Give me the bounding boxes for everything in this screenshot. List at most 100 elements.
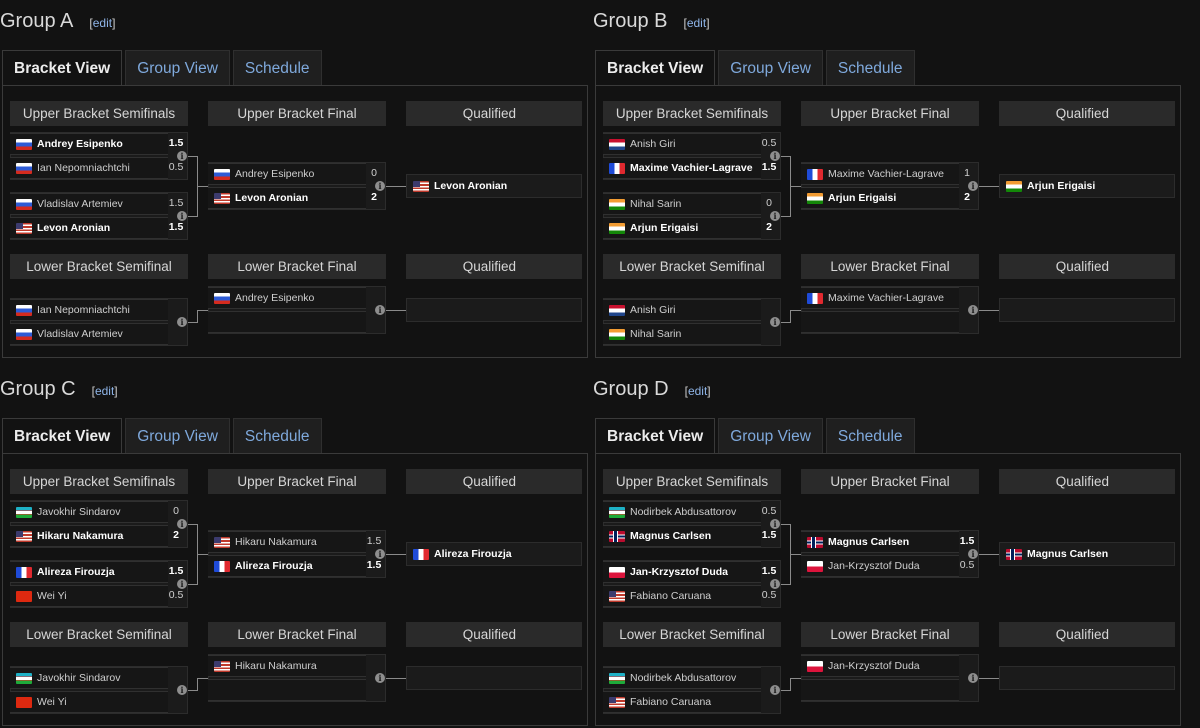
match-info-icon[interactable]: i (177, 685, 187, 695)
tab-bracket-view[interactable]: Bracket View (595, 50, 716, 86)
tab-schedule[interactable]: Schedule (232, 50, 322, 86)
player-slot[interactable]: Nodirbek Abdusattorov (603, 501, 761, 523)
edit-link[interactable]: [edit] (92, 384, 118, 398)
match-info-icon[interactable]: i (770, 519, 780, 529)
player-slot[interactable]: Ian Nepomniachtchi (10, 299, 168, 321)
player-slot[interactable]: Maxime Vachier-Lagrave (801, 287, 959, 309)
player-slot[interactable]: Levon Aronian (208, 187, 366, 209)
player-slot[interactable]: Andrey Esipenko (208, 163, 366, 185)
edit-link-text[interactable]: edit (93, 16, 112, 30)
edit-link[interactable]: [edit] (89, 16, 115, 30)
match-info-icon[interactable]: i (968, 673, 978, 683)
player-slot[interactable]: Javokhir Sindarov (10, 501, 168, 523)
player-slot[interactable]: Hikaru Nakamura (208, 655, 366, 677)
qualified-slot-lower[interactable] (406, 666, 582, 690)
view-tabs: Bracket View Group View Schedule (595, 50, 918, 86)
edit-bracket-close: ] (112, 16, 116, 30)
bracket-connector (790, 186, 801, 187)
tab-schedule[interactable]: Schedule (232, 418, 322, 454)
player-slot[interactable]: Anish Giri (603, 133, 761, 155)
qualified-slot-lower[interactable] (406, 298, 582, 322)
player-slot[interactable]: Vladislav Artemiev (10, 323, 168, 345)
edit-link-text[interactable]: edit (95, 384, 114, 398)
player-slot[interactable]: Ian Nepomniachtchi (10, 157, 168, 179)
player-slot[interactable]: Arjun Erigaisi (603, 217, 761, 239)
tab-bracket-view[interactable]: Bracket View (2, 418, 123, 454)
player-slot[interactable]: Jan-Krzysztof Duda (801, 555, 959, 577)
player-slot[interactable]: Maxime Vachier-Lagrave (603, 157, 761, 179)
match-info-icon[interactable]: i (177, 317, 187, 327)
match-info-icon[interactable]: i (770, 579, 780, 589)
player-slot[interactable]: Nodirbek Abdusattorov (603, 667, 761, 689)
player-slot[interactable]: Nihal Sarin (603, 193, 761, 215)
player-slot[interactable]: Wei Yi (10, 585, 168, 607)
player-slot[interactable]: Magnus Carlsen (801, 531, 959, 553)
player-slot[interactable]: Fabiano Caruana (603, 585, 761, 607)
player-slot[interactable] (208, 311, 366, 333)
match-info-icon[interactable]: i (177, 579, 187, 589)
match-info-icon[interactable]: i (968, 305, 978, 315)
qualified-slot-lower[interactable] (999, 666, 1175, 690)
match-info-icon[interactable]: i (375, 305, 385, 315)
player-slot[interactable]: Magnus Carlsen (603, 525, 761, 547)
player-slot[interactable] (801, 311, 959, 333)
player-slot[interactable]: Alireza Firouzja (208, 555, 366, 577)
edit-link-text[interactable]: edit (688, 384, 707, 398)
match-ub-semi2: Nihal Sarin 0 Arjun Erigaisi 2 i (603, 192, 781, 240)
qualified-slot-upper[interactable]: Magnus Carlsen (999, 542, 1175, 566)
tab-group-view[interactable]: Group View (718, 50, 823, 86)
group-header: Group D [edit] (593, 378, 711, 404)
tab-group-view[interactable]: Group View (125, 50, 230, 86)
flag-icon (214, 560, 230, 572)
tab-schedule[interactable]: Schedule (825, 50, 915, 86)
tab-group-view[interactable]: Group View (718, 418, 823, 454)
tab-bracket-view[interactable]: Bracket View (2, 50, 123, 86)
player-slot[interactable]: Vladislav Artemiev (10, 193, 168, 215)
match-info-icon[interactable]: i (770, 211, 780, 221)
match-info-icon[interactable]: i (770, 151, 780, 161)
edit-link-text[interactable]: edit (687, 16, 706, 30)
match-info-icon[interactable]: i (770, 685, 780, 695)
player-slot[interactable]: Andrey Esipenko (10, 133, 168, 155)
match-info-icon[interactable]: i (968, 181, 978, 191)
player-name: Alireza Firouzja (37, 565, 115, 578)
qualified-slot-upper[interactable]: Alireza Firouzja (406, 542, 582, 566)
player-slot[interactable]: Hikaru Nakamura (208, 531, 366, 553)
match-info-icon[interactable]: i (375, 181, 385, 191)
match-info-icon[interactable]: i (375, 673, 385, 683)
player-slot[interactable]: Fabiano Caruana (603, 691, 761, 713)
player-slot[interactable]: Andrey Esipenko (208, 287, 366, 309)
match-info-icon[interactable]: i (177, 519, 187, 529)
round-header-lb-qualified: Qualified (999, 622, 1175, 647)
match-info-icon[interactable]: i (375, 549, 385, 559)
tab-bracket-view[interactable]: Bracket View (595, 418, 716, 454)
edit-link[interactable]: [edit] (683, 16, 709, 30)
edit-link[interactable]: [edit] (685, 384, 711, 398)
match-info-icon[interactable]: i (968, 549, 978, 559)
player-slot[interactable]: Anish Giri (603, 299, 761, 321)
tab-schedule[interactable]: Schedule (825, 418, 915, 454)
player-slot[interactable] (208, 679, 366, 701)
match-info-icon[interactable]: i (177, 211, 187, 221)
player-slot[interactable]: Nihal Sarin (603, 323, 761, 345)
round-header-ub-final: Upper Bracket Final (208, 101, 386, 126)
player-slot[interactable]: Hikaru Nakamura (10, 525, 168, 547)
player-slot[interactable]: Maxime Vachier-Lagrave (801, 163, 959, 185)
player-slot[interactable]: Alireza Firouzja (10, 561, 168, 583)
player-name: Javokhir Sindarov (37, 505, 121, 518)
qualified-slot-upper[interactable]: Arjun Erigaisi (999, 174, 1175, 198)
qualified-slot-upper[interactable]: Levon Aronian (406, 174, 582, 198)
player-slot[interactable] (801, 679, 959, 701)
player-slot[interactable]: Jan-Krzysztof Duda (603, 561, 761, 583)
player-slot[interactable]: Javokhir Sindarov (10, 667, 168, 689)
bracket-connector (979, 554, 999, 555)
qualified-slot-lower[interactable] (999, 298, 1175, 322)
player-slot[interactable]: Arjun Erigaisi (801, 187, 959, 209)
player-slot[interactable]: Jan-Krzysztof Duda (801, 655, 959, 677)
player-name: Andrey Esipenko (235, 167, 315, 180)
player-slot[interactable]: Wei Yi (10, 691, 168, 713)
tab-group-view[interactable]: Group View (125, 418, 230, 454)
match-info-icon[interactable]: i (177, 151, 187, 161)
match-info-icon[interactable]: i (770, 317, 780, 327)
player-slot[interactable]: Levon Aronian (10, 217, 168, 239)
